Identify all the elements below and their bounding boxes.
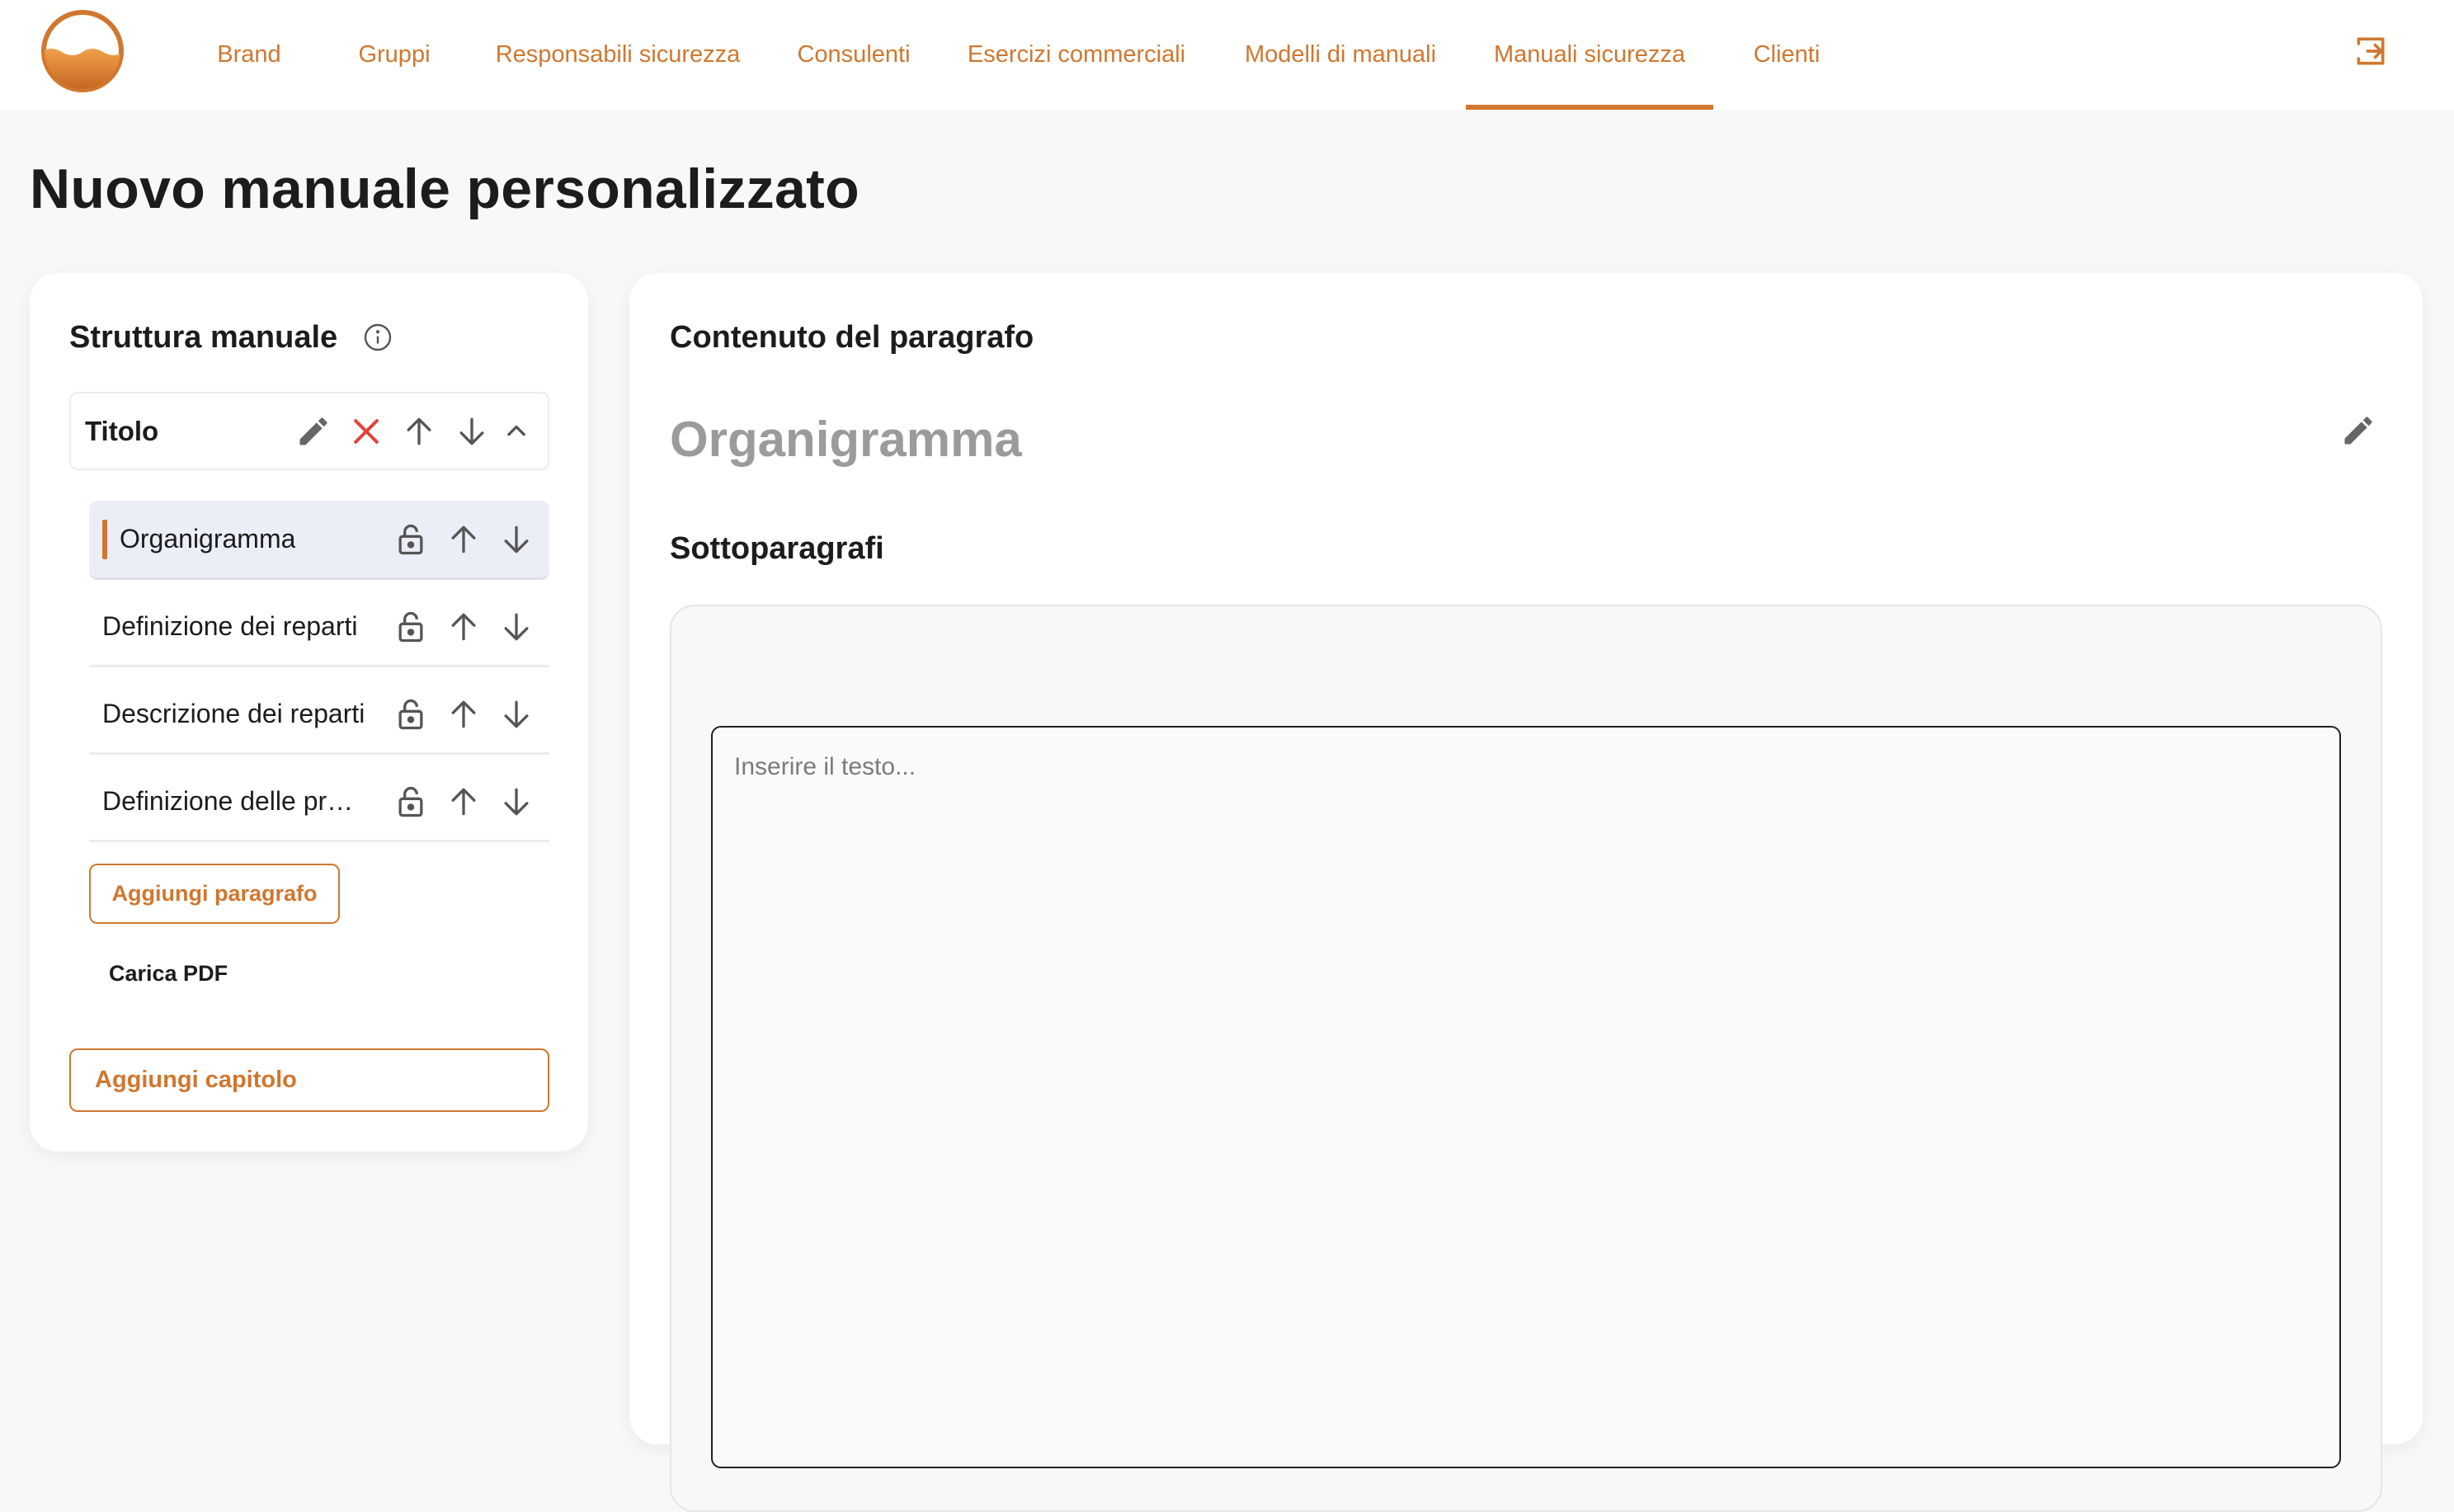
lock-icon[interactable]	[391, 607, 431, 647]
add-paragraph-button[interactable]: Aggiungi paragrafo	[89, 864, 340, 924]
edit-paragraph-pencil-icon[interactable]	[2339, 411, 2378, 450]
lock-icon[interactable]	[391, 520, 431, 559]
paragraph-label: Organigramma	[120, 524, 296, 553]
lock-icon[interactable]	[391, 782, 431, 822]
move-paragraph-up-arrow-icon[interactable]	[444, 607, 483, 647]
move-paragraph-down-arrow-icon[interactable]	[497, 607, 536, 647]
structure-title: Struttura manuale	[69, 320, 338, 355]
nav-item-esercizi-commerciali[interactable]: Esercizi commerciali	[963, 0, 1189, 110]
chapter-title: Titolo	[85, 416, 159, 446]
collapse-chapter-chevron-up-icon[interactable]	[497, 412, 536, 451]
manual-structure-panel: Struttura manuale Titolo Organigramma De…	[30, 273, 588, 1152]
chapter-row[interactable]: Titolo	[69, 392, 549, 470]
subparagraphs-title: Sottoparagrafi	[670, 531, 884, 566]
paragraph-content-panel: Contenuto del paragrafo Organigramma Sot…	[629, 273, 2423, 1512]
page-title: Nuovo manuale personalizzato	[30, 158, 860, 220]
edit-chapter-pencil-icon[interactable]	[294, 412, 333, 451]
move-paragraph-up-arrow-icon[interactable]	[444, 695, 483, 734]
move-paragraph-up-arrow-icon[interactable]	[444, 520, 483, 559]
move-chapter-up-arrow-icon[interactable]	[399, 412, 439, 451]
move-chapter-down-arrow-icon[interactable]	[452, 412, 492, 451]
paragraph-label: Definizione dei reparti	[102, 611, 358, 641]
nav-item-manuali-sicurezza[interactable]: Manuali sicurezza	[1466, 0, 1713, 110]
upload-pdf-button[interactable]: Carica PDF	[109, 953, 228, 994]
nav-item-gruppi[interactable]: Gruppi	[351, 0, 437, 110]
nav-item-consulenti[interactable]: Consulenti	[794, 0, 914, 110]
paragraph-item-organigramma[interactable]: Organigramma	[89, 501, 549, 580]
top-navigation-bar: Brand Gruppi Responsabili sicurezza Cons…	[0, 0, 2454, 110]
lock-icon[interactable]	[391, 695, 431, 734]
add-chapter-button[interactable]: Aggiungi capitolo	[69, 1048, 549, 1112]
paragraph-item-definizione-delle-pr[interactable]: Definizione delle pr…	[89, 763, 549, 842]
selected-indicator	[102, 520, 107, 559]
paragraph-label: Definizione delle pr…	[102, 786, 354, 816]
paragraph-title: Organigramma	[670, 412, 1022, 467]
nav-item-clienti[interactable]: Clienti	[1745, 0, 1828, 110]
paragraph-item-descrizione-dei-reparti[interactable]: Descrizione dei reparti	[89, 676, 549, 755]
move-paragraph-down-arrow-icon[interactable]	[497, 782, 536, 822]
nav-item-modelli-di-manuali[interactable]: Modelli di manuali	[1239, 0, 1442, 110]
nav-item-brand[interactable]: Brand	[210, 0, 289, 110]
paragraph-text-editor[interactable]	[711, 726, 2341, 1468]
delete-chapter-close-icon[interactable]	[346, 412, 386, 451]
paragraph-label: Descrizione dei reparti	[102, 699, 365, 728]
move-paragraph-up-arrow-icon[interactable]	[444, 782, 483, 822]
brand-logo-icon[interactable]	[40, 9, 125, 93]
nav-item-responsabili-sicurezza[interactable]: Responsabili sicurezza	[492, 0, 744, 110]
info-icon[interactable]	[363, 323, 393, 352]
move-paragraph-down-arrow-icon[interactable]	[497, 695, 536, 734]
move-paragraph-down-arrow-icon[interactable]	[497, 520, 536, 559]
content-title: Contenuto del paragrafo	[670, 320, 1034, 355]
paragraph-item-definizione-dei-reparti[interactable]: Definizione dei reparti	[89, 588, 549, 667]
logout-icon[interactable]	[2353, 33, 2389, 69]
